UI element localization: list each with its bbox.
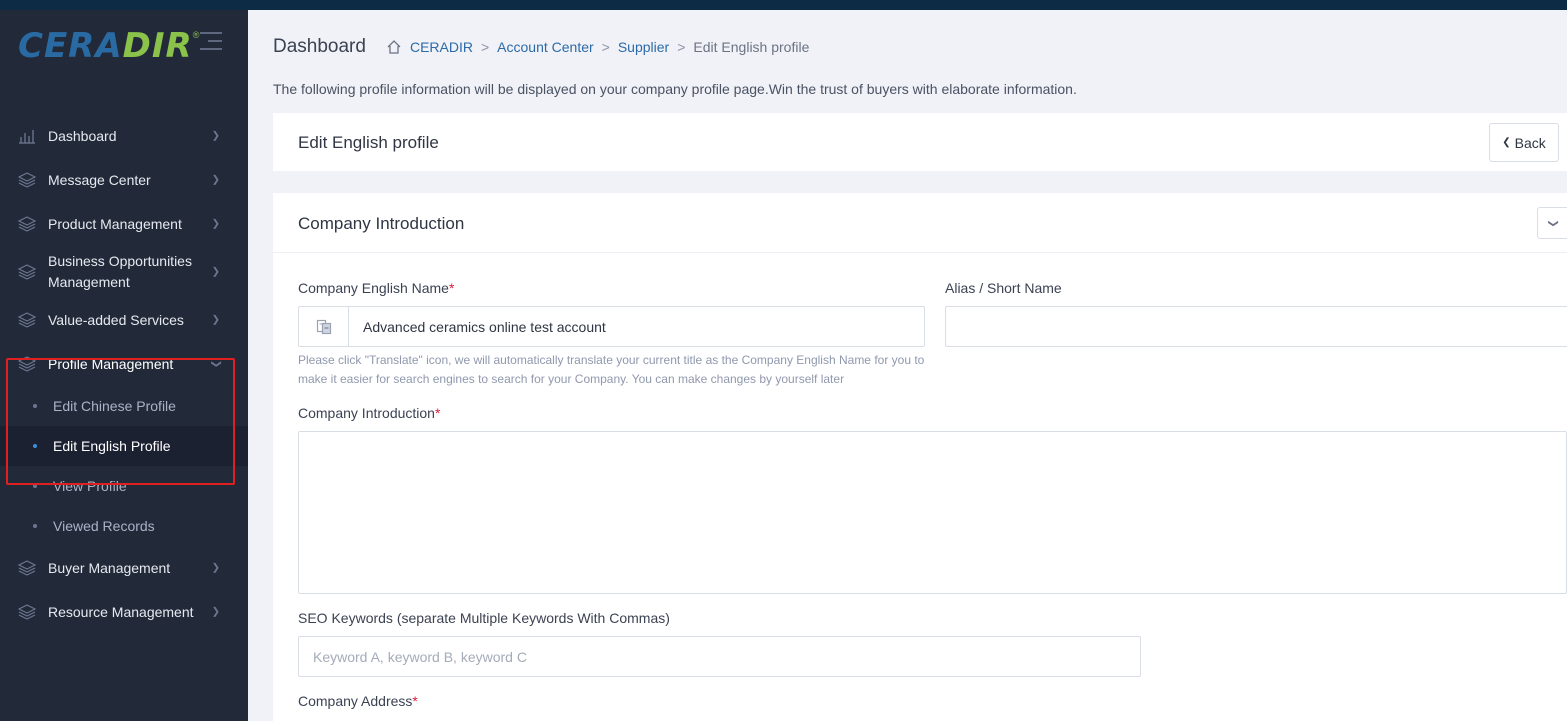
chevron-right-icon: ❯ — [211, 606, 220, 618]
sidebar-item-buyer-management[interactable]: Buyer Management ❯ — [0, 546, 248, 590]
sidebar-subitem-label: Viewed Records — [53, 518, 155, 534]
breadcrumb-separator: > — [601, 39, 610, 55]
sidebar-item-label: Business Opportunities Management — [48, 253, 192, 290]
translate-icon[interactable] — [299, 307, 349, 346]
sidebar-item-dashboard[interactable]: Dashboard ❯ — [0, 114, 248, 158]
sidebar-item-label: Value-added Services — [48, 311, 184, 328]
sidebar-item-message-center[interactable]: Message Center ❯ — [0, 158, 248, 202]
chevron-right-icon: ❯ — [211, 314, 220, 326]
layers-icon — [18, 215, 36, 233]
sidebar-subitem-label: Edit English Profile — [53, 438, 171, 454]
breadcrumb-current: Edit English profile — [693, 39, 810, 55]
card-title: Edit English profile — [298, 133, 439, 152]
menu-toggle-icon[interactable] — [198, 32, 222, 52]
sidebar-subitem-label: Edit Chinese Profile — [53, 398, 176, 414]
seo-keywords-label: SEO Keywords (separate Multiple Keywords… — [298, 610, 670, 626]
sidebar: CERADIR ® Dashboard ❯ Message Center ❯ P… — [0, 10, 248, 721]
english-name-label: Company English Name* — [298, 280, 455, 296]
sidebar-item-label: Message Center — [48, 171, 151, 188]
bullet-dot-icon — [33, 404, 37, 408]
layers-icon — [18, 603, 36, 621]
sidebar-subitem-edit-chinese-profile[interactable]: Edit Chinese Profile — [0, 386, 248, 426]
company-introduction-card: Company Introduction ❯ Company English N… — [273, 193, 1567, 721]
chevron-right-icon: ❯ — [211, 266, 220, 278]
required-mark: * — [448, 280, 455, 296]
chevron-right-icon: ❯ — [211, 130, 220, 142]
chevron-left-icon: ❮ — [1502, 137, 1511, 148]
layers-icon — [18, 559, 36, 577]
seo-keywords-input[interactable] — [298, 636, 1141, 677]
back-button[interactable]: ❮ Back — [1489, 123, 1559, 162]
company-intro-textarea[interactable] — [298, 431, 1567, 594]
company-intro-label: Company Introduction* — [298, 405, 441, 421]
required-mark: * — [434, 405, 441, 421]
layers-icon — [18, 263, 36, 281]
sidebar-item-value-added-services[interactable]: Value-added Services ❯ — [0, 298, 248, 342]
sidebar-subitem-edit-english-profile[interactable]: Edit English Profile — [0, 426, 248, 466]
layers-icon — [18, 355, 36, 373]
sidebar-item-label: Dashboard — [48, 127, 117, 144]
sidebar-item-product-management[interactable]: Product Management ❯ — [0, 202, 248, 246]
sidebar-item-business-opportunities[interactable]: Business Opportunities Management ❯ — [0, 246, 248, 298]
english-name-input[interactable] — [349, 307, 924, 346]
layers-icon — [18, 171, 36, 189]
sidebar-item-label: Profile Management — [48, 355, 174, 372]
profile-info-note: The following profile information will b… — [273, 81, 1077, 97]
back-button-label: Back — [1514, 134, 1546, 151]
sidebar-subitem-label: View Profile — [53, 478, 127, 494]
bullet-dot-icon — [33, 524, 37, 528]
chevron-right-icon: ❯ — [211, 174, 220, 186]
breadcrumb: Dashboard CERADIR > Account Center > Sup… — [273, 36, 809, 58]
sidebar-nav: Dashboard ❯ Message Center ❯ Product Man… — [0, 114, 248, 634]
alias-label: Alias / Short Name — [945, 280, 1062, 296]
collapse-button[interactable]: ❯ — [1537, 207, 1567, 239]
chevron-down-icon: ❯ — [1547, 218, 1559, 228]
company-address-label: Company Address* — [298, 693, 418, 709]
breadcrumb-link-account-center[interactable]: Account Center — [497, 39, 594, 55]
breadcrumb-link-ceradir[interactable]: CERADIR — [410, 39, 473, 55]
main-content: Dashboard CERADIR > Account Center > Sup… — [248, 10, 1567, 721]
english-name-input-group — [298, 306, 925, 347]
page-title: Dashboard — [273, 36, 366, 57]
breadcrumb-separator: > — [480, 39, 490, 55]
required-mark: * — [412, 693, 418, 709]
sidebar-subitem-view-profile[interactable]: View Profile — [0, 466, 248, 506]
breadcrumb-separator: > — [677, 39, 686, 55]
breadcrumb-link-supplier[interactable]: Supplier — [618, 39, 669, 55]
bullet-dot-icon — [33, 444, 37, 448]
dashboard-chart-icon — [18, 127, 36, 145]
sidebar-item-resource-management[interactable]: Resource Management ❯ — [0, 590, 248, 634]
sidebar-item-label: Resource Management — [48, 603, 194, 620]
bullet-dot-icon — [33, 484, 37, 488]
section-header: Company Introduction ❯ — [273, 193, 1567, 253]
sidebar-item-label: Product Management — [48, 215, 182, 232]
section-title: Company Introduction — [298, 214, 465, 233]
ceradir-logo[interactable]: CERADIR ® — [18, 26, 199, 66]
chevron-down-icon: ❯ — [210, 359, 222, 369]
sidebar-subitem-viewed-records[interactable]: Viewed Records — [0, 506, 248, 546]
translate-help-text: Please click "Translate" icon, we will a… — [298, 353, 925, 386]
alias-input[interactable] — [945, 306, 1567, 347]
sidebar-item-label: Buyer Management — [48, 559, 171, 576]
chevron-right-icon: ❯ — [211, 562, 220, 574]
sidebar-item-profile-management[interactable]: Profile Management ❯ — [0, 342, 248, 386]
top-bar — [0, 0, 1567, 10]
edit-profile-header-card: Edit English profile ❮ Back — [273, 113, 1567, 171]
home-icon[interactable] — [386, 39, 402, 55]
chevron-right-icon: ❯ — [211, 218, 220, 230]
layers-icon — [18, 311, 36, 329]
